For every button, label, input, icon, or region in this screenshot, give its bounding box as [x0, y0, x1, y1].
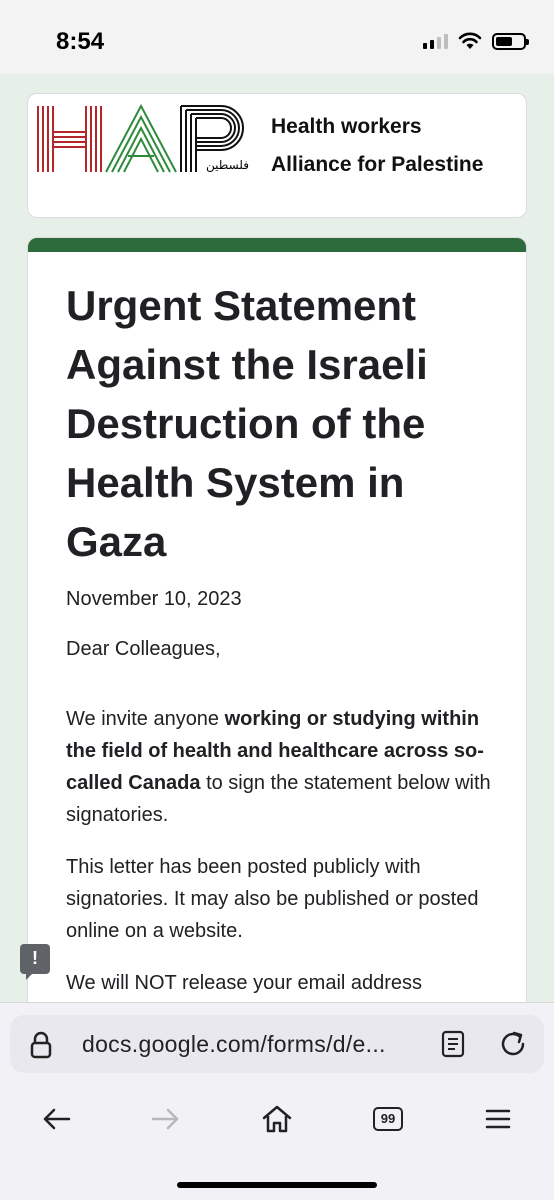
back-arrow-icon	[43, 1108, 71, 1130]
status-icons	[423, 32, 529, 50]
invitation-paragraph: We invite anyone working or studying wit…	[66, 708, 491, 826]
form-description: November 10, 2023 Dear Colleagues, We in…	[66, 583, 496, 1019]
form-title: Urgent Statement Against the Israeli Des…	[66, 282, 428, 565]
battery-icon	[492, 32, 529, 50]
tabs-icon: 99	[373, 1107, 403, 1131]
form-description-card: Urgent Statement Against the Israeli Des…	[27, 237, 527, 1037]
browser-toolbar: docs.google.com/forms/d/e... 99	[0, 1002, 554, 1200]
statement-date: November 10, 2023	[66, 588, 242, 610]
form-header-card: فلسطين Health workers Alliance for Pales…	[27, 93, 527, 218]
lock-icon	[30, 1031, 52, 1059]
reload-icon[interactable]	[498, 1029, 528, 1059]
status-bar: 8:54	[0, 0, 554, 74]
tabs-button[interactable]: 99	[368, 1099, 408, 1139]
home-icon	[262, 1105, 292, 1133]
forward-button[interactable]	[146, 1099, 186, 1139]
menu-button[interactable]	[478, 1099, 518, 1139]
url-text[interactable]: docs.google.com/forms/d/e...	[82, 1031, 386, 1058]
home-button[interactable]	[257, 1099, 297, 1139]
address-bar[interactable]: docs.google.com/forms/d/e...	[10, 1015, 544, 1073]
menu-icon	[485, 1109, 511, 1129]
status-time: 8:54	[56, 28, 105, 55]
publication-paragraph: This letter has been posted publicly wit…	[66, 856, 479, 942]
home-indicator[interactable]	[177, 1182, 377, 1188]
form-accent-bar	[28, 238, 526, 252]
organization-name-line2: Alliance for Palestine	[271, 153, 484, 176]
email-paragraph-partial: We will NOT release your email address	[66, 972, 423, 994]
organization-name: Health workers Alliance for Palestine	[271, 108, 483, 184]
cellular-signal-icon	[423, 33, 448, 49]
feedback-icon[interactable]: !	[20, 944, 50, 980]
reader-mode-icon[interactable]	[440, 1030, 466, 1058]
logo-arabic-text: فلسطين	[206, 158, 250, 172]
forward-arrow-icon	[151, 1108, 179, 1130]
greeting: Dear Colleagues,	[66, 638, 221, 660]
wifi-icon	[458, 32, 482, 49]
back-button[interactable]	[36, 1099, 76, 1139]
organization-name-line1: Health workers	[271, 115, 422, 138]
browser-navigation: 99	[0, 1099, 554, 1139]
